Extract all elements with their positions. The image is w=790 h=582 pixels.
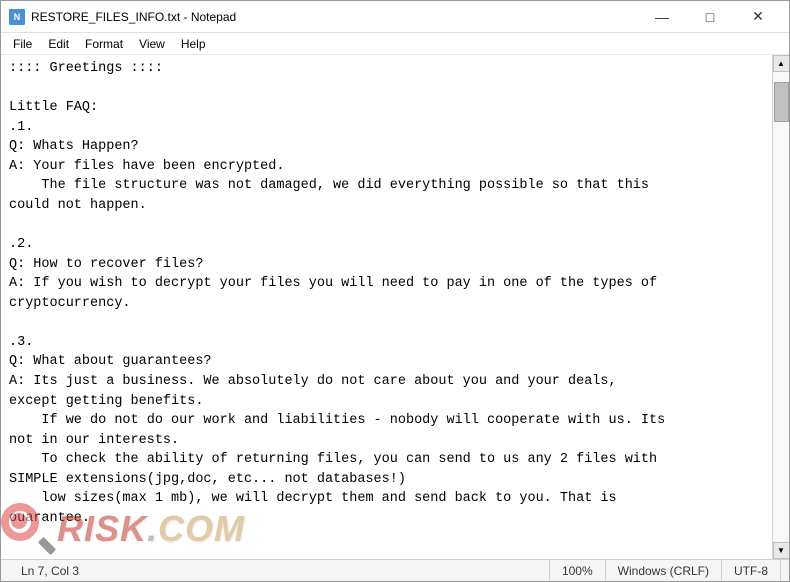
- scroll-up-arrow[interactable]: ▲: [773, 55, 790, 72]
- notepad-window: N RESTORE_FILES_INFO.txt - Notepad — □ ✕…: [0, 0, 790, 582]
- window-title: RESTORE_FILES_INFO.txt - Notepad: [31, 10, 639, 24]
- menu-help[interactable]: Help: [173, 35, 214, 53]
- text-editor[interactable]: :::: Greetings :::: Little FAQ: .1. Q: W…: [1, 55, 772, 559]
- status-zoom: 100%: [550, 560, 606, 581]
- menu-bar: File Edit Format View Help: [1, 33, 789, 55]
- scrollbar-track[interactable]: [773, 72, 789, 542]
- menu-file[interactable]: File: [5, 35, 40, 53]
- window-controls: — □ ✕: [639, 1, 781, 33]
- scroll-down-arrow[interactable]: ▼: [773, 542, 790, 559]
- status-bar: Ln 7, Col 3 100% Windows (CRLF) UTF-8: [1, 559, 789, 581]
- maximize-button[interactable]: □: [687, 1, 733, 33]
- status-line-endings: Windows (CRLF): [606, 560, 722, 581]
- status-encoding: UTF-8: [722, 560, 781, 581]
- menu-format[interactable]: Format: [77, 35, 131, 53]
- minimize-button[interactable]: —: [639, 1, 685, 33]
- app-icon: N: [9, 9, 25, 25]
- menu-edit[interactable]: Edit: [40, 35, 77, 53]
- status-position: Ln 7, Col 3: [9, 560, 550, 581]
- menu-view[interactable]: View: [131, 35, 173, 53]
- title-bar: N RESTORE_FILES_INFO.txt - Notepad — □ ✕: [1, 1, 789, 33]
- editor-area: :::: Greetings :::: Little FAQ: .1. Q: W…: [1, 55, 789, 559]
- scrollbar-thumb[interactable]: [774, 82, 789, 122]
- close-button[interactable]: ✕: [735, 1, 781, 33]
- vertical-scrollbar: ▲ ▼: [772, 55, 789, 559]
